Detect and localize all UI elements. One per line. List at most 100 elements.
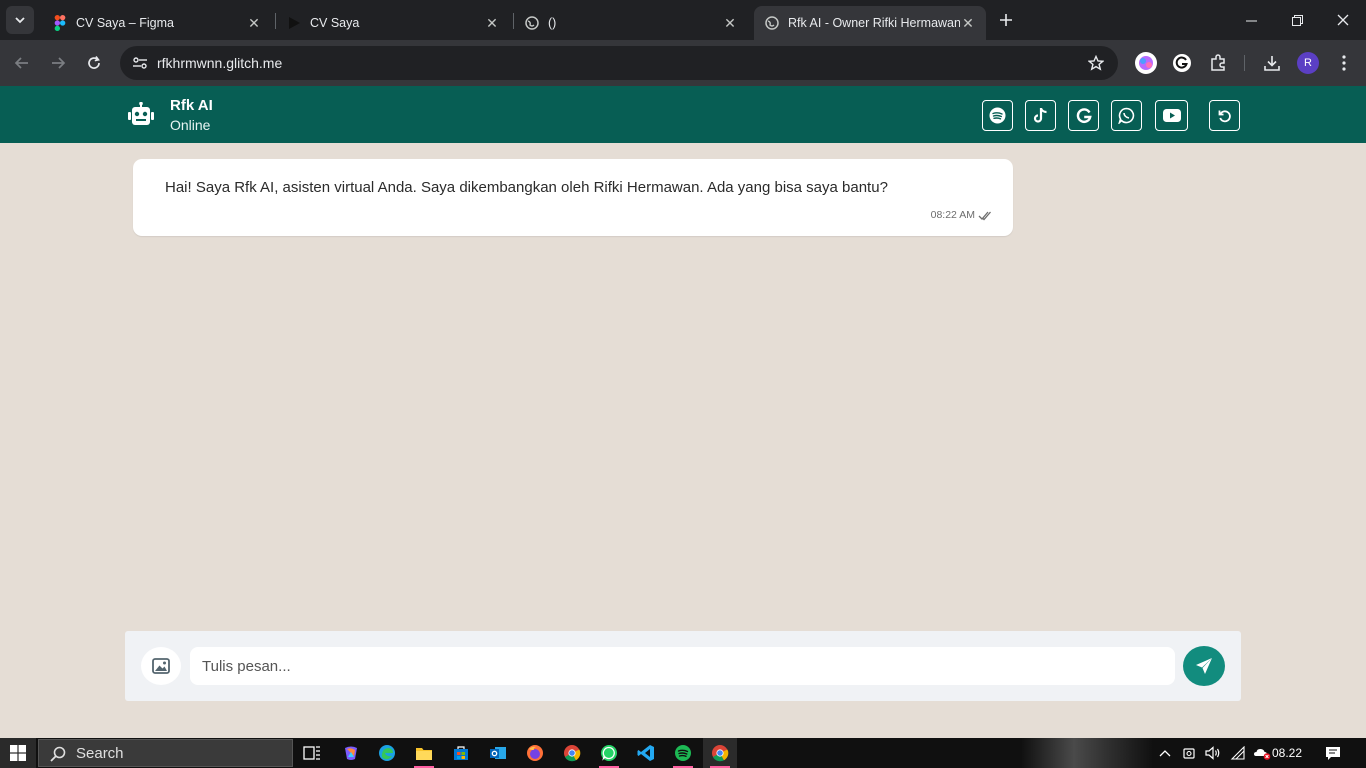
- firefox-app[interactable]: [518, 738, 552, 768]
- message-input[interactable]: [190, 647, 1175, 685]
- forward-button[interactable]: [45, 50, 71, 76]
- taskbar-search[interactable]: Search: [38, 739, 293, 767]
- figma-icon: [52, 15, 68, 31]
- minimize-button[interactable]: [1228, 0, 1274, 40]
- tab-cv-figma[interactable]: CV Saya – Figma ✕: [42, 6, 272, 40]
- minimize-icon: [1245, 20, 1257, 21]
- double-check-icon: [978, 209, 992, 221]
- bookmark-star-icon[interactable]: [1086, 53, 1106, 73]
- chrome-active-app[interactable]: [703, 738, 737, 768]
- profile-avatar[interactable]: R: [1297, 52, 1319, 74]
- url-text[interactable]: rfkhrmwnn.glitch.me: [157, 55, 282, 71]
- taskbar-clock[interactable]: 08.22: [1272, 746, 1302, 760]
- globe-icon: [524, 15, 540, 31]
- task-view-icon: [303, 746, 320, 760]
- whatsapp-button[interactable]: [1111, 100, 1142, 131]
- bot-status: Online: [170, 117, 211, 133]
- reset-chat-button[interactable]: [1209, 100, 1240, 131]
- notification-icon: [1326, 746, 1340, 760]
- google-icon: [1076, 107, 1092, 123]
- browser-toolbar: rfkhrmwnn.glitch.me R: [0, 40, 1366, 86]
- windows-start-button[interactable]: [0, 738, 36, 768]
- volume-icon[interactable]: [1203, 738, 1223, 768]
- notification-center-button[interactable]: [1320, 738, 1346, 768]
- attach-image-button[interactable]: [141, 647, 181, 685]
- extension-brain-icon[interactable]: [1134, 51, 1158, 75]
- toolbar-divider: [1244, 55, 1245, 71]
- task-view-button[interactable]: [295, 738, 329, 768]
- arrow-left-icon: [14, 57, 28, 69]
- extension-grammarly-icon[interactable]: [1170, 51, 1194, 75]
- bot-message-bubble: Hai! Saya Rfk AI, asisten virtual Anda. …: [133, 159, 1013, 236]
- vscode-app[interactable]: [629, 738, 663, 768]
- close-icon[interactable]: ✕: [722, 15, 738, 31]
- file-explorer-app[interactable]: [407, 738, 441, 768]
- microsoft-store-app[interactable]: [444, 738, 478, 768]
- chrome-icon: [712, 745, 729, 762]
- site-info-icon[interactable]: [128, 51, 152, 75]
- reload-icon: [88, 56, 100, 69]
- taskbar-background-image: [1022, 738, 1152, 768]
- show-hidden-icons-button[interactable]: [1156, 738, 1174, 768]
- address-bar[interactable]: rfkhrmwnn.glitch.me: [120, 46, 1118, 80]
- tab-rfk-ai[interactable]: Rfk AI - Owner Rifki Hermawan ✕: [754, 6, 986, 40]
- extensions-puzzle-icon[interactable]: [1206, 51, 1230, 75]
- robot-icon: [127, 101, 155, 128]
- edge-icon: [379, 745, 395, 761]
- search-label: Search: [76, 745, 124, 762]
- back-button[interactable]: [9, 50, 35, 76]
- tab-title: Rfk AI - Owner Rifki Hermawan: [788, 16, 960, 30]
- more-vertical-icon[interactable]: [1332, 51, 1356, 75]
- close-icon[interactable]: ✕: [246, 15, 262, 31]
- tiktok-icon: [1033, 108, 1047, 123]
- chevron-down-icon: [15, 17, 25, 24]
- reload-button[interactable]: [81, 50, 107, 76]
- spotify-button[interactable]: [982, 100, 1013, 131]
- tab-search-button[interactable]: [6, 6, 34, 34]
- new-tab-button[interactable]: [994, 8, 1018, 32]
- search-icon: [50, 746, 66, 762]
- vscode-icon: [637, 745, 654, 761]
- folder-icon: [416, 748, 432, 760]
- play-icon: [286, 15, 302, 31]
- meet-now-icon[interactable]: [1180, 738, 1200, 768]
- tab-cv-saya[interactable]: CV Saya ✕: [276, 6, 510, 40]
- whatsapp-app[interactable]: [592, 738, 626, 768]
- windows-logo-icon: [10, 745, 26, 761]
- download-icon[interactable]: [1260, 51, 1284, 75]
- reset-icon: [1218, 109, 1231, 122]
- onedrive-error-icon[interactable]: [1251, 738, 1273, 768]
- send-button[interactable]: [1183, 646, 1225, 686]
- outlook-app[interactable]: [481, 738, 515, 768]
- wifi-icon[interactable]: [1228, 738, 1248, 768]
- firefox-icon: [527, 745, 543, 761]
- close-icon[interactable]: ✕: [484, 15, 500, 31]
- spotify-app[interactable]: [666, 738, 700, 768]
- google-button[interactable]: [1068, 100, 1099, 131]
- edge-app[interactable]: [370, 738, 404, 768]
- send-icon: [1196, 658, 1212, 674]
- whatsapp-icon: [601, 745, 617, 761]
- outlook-icon: [490, 747, 506, 759]
- image-icon: [152, 658, 170, 674]
- tiktok-button[interactable]: [1025, 100, 1056, 131]
- youtube-button[interactable]: [1155, 100, 1188, 131]
- message-text: Hai! Saya Rfk AI, asisten virtual Anda. …: [165, 179, 888, 196]
- bot-name: Rfk AI: [170, 97, 213, 114]
- close-icon[interactable]: ✕: [960, 15, 976, 31]
- browser-tab-strip: CV Saya – Figma ✕ CV Saya ✕ () ✕ Rfk AI …: [0, 0, 1366, 40]
- windows-taskbar: Search 08.22: [0, 738, 1366, 768]
- tab-title: (): [548, 16, 557, 30]
- message-time: 08:22 AM: [930, 209, 975, 221]
- tab-title: CV Saya: [310, 16, 360, 30]
- copilot-app[interactable]: [334, 738, 368, 768]
- store-icon: [454, 746, 468, 760]
- close-window-button[interactable]: [1320, 0, 1366, 40]
- restore-button[interactable]: [1274, 0, 1320, 40]
- chrome-icon: [564, 745, 581, 762]
- message-composer: [125, 631, 1241, 701]
- tab-untitled[interactable]: () ✕: [514, 6, 748, 40]
- chrome-app[interactable]: [555, 738, 589, 768]
- chevron-up-icon: [1159, 750, 1171, 757]
- chat-header: Rfk AI Online: [0, 86, 1366, 143]
